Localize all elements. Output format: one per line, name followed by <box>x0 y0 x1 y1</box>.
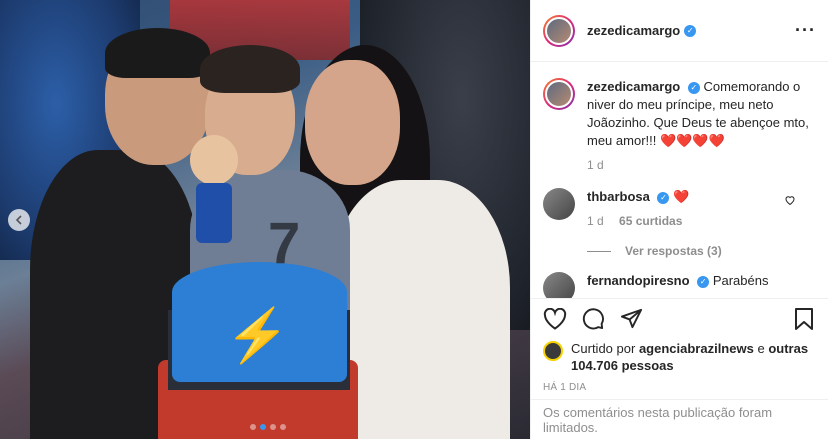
view-replies-label: Ver respostas (3) <box>625 244 722 258</box>
commenter-username[interactable]: fernandopiresno <box>587 273 690 288</box>
author-username[interactable]: zezedicamargo <box>587 23 680 38</box>
like-heart-icon[interactable] <box>543 307 567 331</box>
carousel-dot <box>280 424 286 430</box>
carousel-indicator <box>250 424 286 430</box>
lightning-bolt-icon: ⚡ <box>225 307 290 365</box>
man-hair <box>105 28 210 78</box>
action-bar <box>531 298 828 338</box>
topper-head <box>190 135 238 185</box>
share-paper-plane-icon[interactable] <box>619 307 643 331</box>
chevron-left-icon <box>15 215 22 225</box>
verified-badge-icon: ✓ <box>687 81 700 94</box>
comment-text: ❤️ <box>673 189 690 204</box>
comments-limited-notice: Os comentários nesta publicação foram li… <box>531 399 828 439</box>
verified-badge-icon: ✓ <box>657 191 670 204</box>
carousel-dot <box>270 424 276 430</box>
likes-summary: Curtido por agenciabrazilnews e outras 1… <box>531 340 828 374</box>
replies-line <box>587 250 611 252</box>
more-options-icon[interactable]: ··· <box>795 20 816 41</box>
carousel-previous-button[interactable] <box>8 209 30 231</box>
comment-item: fernandopiresno ✓ Parabéns <box>543 272 816 298</box>
superman-topper <box>186 135 242 265</box>
post-photo[interactable]: ⚡ 7 <box>0 0 530 439</box>
woman-head <box>305 60 400 185</box>
view-replies-button[interactable]: Ver respostas (3) <box>587 244 816 258</box>
likes-connector: e <box>757 341 765 356</box>
boy-hair <box>200 45 300 93</box>
caption-hearts: ❤️❤️❤️❤️ <box>659 133 725 148</box>
post-timestamp[interactable]: HÁ 1 DIA <box>531 382 828 393</box>
verified-badge-icon: ✓ <box>684 24 697 37</box>
verified-badge-icon: ✓ <box>697 275 710 288</box>
comment-bubble-icon[interactable] <box>581 307 605 331</box>
caption-avatar[interactable] <box>543 78 575 110</box>
comment-likes[interactable]: 65 curtidas <box>619 214 682 228</box>
carousel-dot <box>250 424 256 430</box>
comment-text: Parabéns <box>712 273 769 288</box>
liker-avatar[interactable] <box>543 341 563 361</box>
post-sidebar: zezedicamargo ✓ ··· zezedicamargo ✓ Come… <box>530 0 828 439</box>
save-bookmark-icon[interactable] <box>792 307 816 331</box>
likes-prefix: Curtido por <box>571 341 636 356</box>
caption-age: 1 d <box>587 158 604 172</box>
comments-list[interactable]: zezedicamargo ✓ Comemorando o niver do m… <box>531 62 828 298</box>
post-header: zezedicamargo ✓ ··· <box>531 0 828 62</box>
comment-age: 1 d <box>587 214 604 228</box>
commenter-avatar[interactable] <box>543 188 575 220</box>
candle-number-icon: 7 <box>268 211 301 276</box>
caption: zezedicamargo ✓ Comemorando o niver do m… <box>543 78 816 174</box>
topper-body <box>196 183 232 243</box>
commenter-avatar[interactable] <box>543 272 575 298</box>
author-avatar[interactable] <box>543 14 575 47</box>
caption-username[interactable]: zezedicamargo <box>587 79 680 94</box>
commenter-username[interactable]: thbarbosa <box>587 189 650 204</box>
like-comment-heart-icon[interactable] <box>784 194 796 209</box>
comment-item: thbarbosa ✓ ❤️ 1 d 65 curtidas <box>543 188 816 230</box>
likes-user[interactable]: agenciabrazilnews <box>639 341 754 356</box>
carousel-dot-active <box>260 424 266 430</box>
